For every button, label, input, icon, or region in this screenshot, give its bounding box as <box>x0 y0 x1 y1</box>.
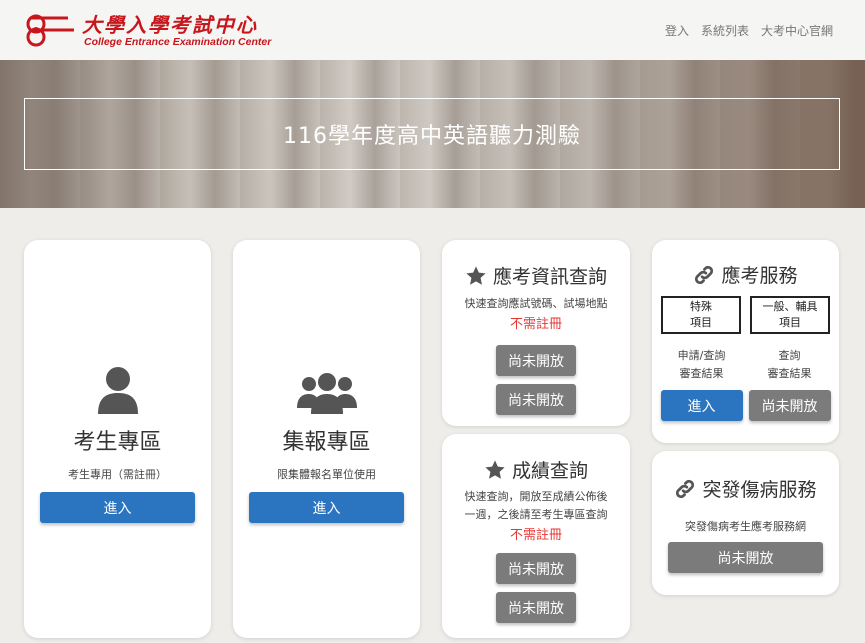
user-icon <box>96 364 140 416</box>
service-item-boxes: 特殊項目 一般、輔具項目 <box>652 296 839 334</box>
hero-banner: 116學年度高中英語聽力測驗 <box>0 60 865 208</box>
emergency-service-title: 突發傷病服務 <box>702 479 817 501</box>
general-items-box[interactable]: 一般、輔具 項目 <box>750 296 830 334</box>
general-items-line1: 一般、輔具 <box>762 300 818 313</box>
group-enter-button[interactable]: 進入 <box>249 492 404 523</box>
special-items-box[interactable]: 特殊 項目 <box>661 296 741 334</box>
student-enter-button[interactable]: 進入 <box>40 492 195 523</box>
score-query-desc-line2: 一週，之後請至考生專區查詢 <box>464 508 608 521</box>
student-area-title: 考生專區 <box>73 430 162 455</box>
top-nav: 登入 系統列表 大考中心官網 <box>665 22 833 39</box>
service-labels: 申請/查詢 審查結果 查詢 審查結果 <box>652 347 839 383</box>
general-items-line2: 項目 <box>779 316 801 329</box>
query-result-label-line1: 查詢 <box>778 349 801 362</box>
nav-login-link[interactable]: 登入 <box>665 22 689 39</box>
link-icon <box>676 479 695 498</box>
special-items-line1: 特殊 <box>690 300 712 313</box>
query-result-label-line2: 審查結果 <box>767 367 812 380</box>
site-logo[interactable]: 大學入學考試中心 College Entrance Examination Ce… <box>24 8 271 52</box>
group-area-card: 集報專區 限集體報名單位使用 進入 <box>233 240 420 638</box>
page-title: 116學年度高中英語聽力測驗 <box>283 124 581 149</box>
exam-info-button-1[interactable]: 尚未開放 <box>496 345 576 376</box>
group-area-desc: 限集體報名單位使用 <box>277 468 376 481</box>
star-icon <box>485 459 505 479</box>
service-query-button[interactable]: 尚未開放 <box>748 390 831 421</box>
users-icon <box>296 364 357 416</box>
exam-info-no-register-note: 不需註冊 <box>509 317 562 332</box>
student-area-card: 考生專區 考生專用（需註冊） 進入 <box>24 240 211 638</box>
emergency-service-desc: 突發傷病考生應考服務網 <box>685 520 806 533</box>
nav-system-list-link[interactable]: 系統列表 <box>701 22 749 39</box>
apply-query-label: 申請/查詢 審查結果 <box>661 347 743 383</box>
score-query-card: 成績查詢 快速查詢，開放至成績公佈後 一週，之後請至考生專區查詢 不需註冊 尚未… <box>442 434 630 638</box>
query-result-label: 查詢 審查結果 <box>749 347 831 383</box>
exam-info-desc: 快速查詢應試號碼、試場地點 <box>464 297 608 310</box>
exam-service-header: 應考服務 <box>652 261 839 288</box>
exam-info-title: 應考資訊查詢 <box>492 266 607 288</box>
service-enter-button[interactable]: 進入 <box>660 390 743 421</box>
logo-mark-icon <box>26 14 74 47</box>
service-buttons: 進入 尚未開放 <box>652 390 839 421</box>
score-query-header: 成績查詢 <box>442 456 630 483</box>
exam-service-card: 應考服務 特殊項目 一般、輔具項目 申請/查詢 審查結果 查詢 審查結果 進入 … <box>652 240 839 443</box>
link-icon <box>695 265 714 284</box>
exam-info-button-2[interactable]: 尚未開放 <box>496 384 576 415</box>
exam-info-header: 應考資訊查詢 <box>442 262 630 289</box>
score-query-desc-line1: 快速查詢，開放至成績公佈後 <box>464 490 608 503</box>
banner-title-box: 116學年度高中英語聽力測驗 <box>24 98 840 170</box>
emergency-service-button[interactable]: 尚未開放 <box>668 542 823 573</box>
logo-english-text: College Entrance Examination Center <box>84 36 272 48</box>
logo-chinese-text: 大學入學考試中心 <box>82 13 258 37</box>
site-header: 大學入學考試中心 College Entrance Examination Ce… <box>0 0 865 60</box>
score-query-button-1[interactable]: 尚未開放 <box>496 553 576 584</box>
exam-service-title: 應考服務 <box>721 265 798 287</box>
student-area-desc: 考生專用（需註冊） <box>68 468 167 481</box>
emergency-service-header: 突發傷病服務 <box>652 475 839 502</box>
exam-info-card: 應考資訊查詢 快速查詢應試號碼、試場地點 不需註冊 尚未開放 尚未開放 <box>442 240 630 426</box>
score-query-no-register-note: 不需註冊 <box>509 528 562 543</box>
group-area-title: 集報專區 <box>282 430 371 455</box>
emergency-service-card: 突發傷病服務 突發傷病考生應考服務網 尚未開放 <box>652 451 839 595</box>
nav-official-site-link[interactable]: 大考中心官網 <box>761 22 833 39</box>
star-icon <box>466 265 486 285</box>
apply-query-label-line1: 申請/查詢 <box>677 349 726 362</box>
special-items-line2: 項目 <box>690 316 712 329</box>
score-query-button-2[interactable]: 尚未開放 <box>496 592 576 623</box>
score-query-title: 成績查詢 <box>511 460 588 482</box>
apply-query-label-line2: 審查結果 <box>679 367 724 380</box>
